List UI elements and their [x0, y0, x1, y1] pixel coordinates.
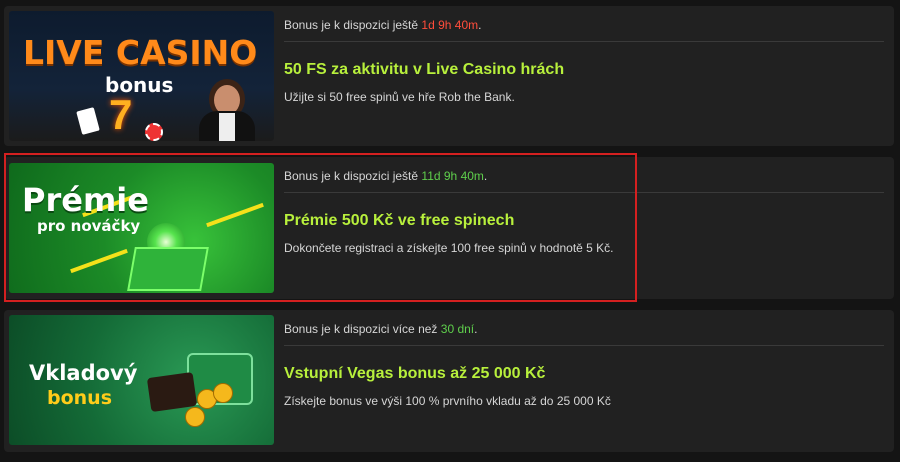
availability-suffix: . — [474, 322, 478, 336]
bonus-card-live-casino[interactable]: LIVE CASINO bonus 7 Bonus je k dispozici… — [4, 6, 894, 146]
bonus-description: Užijte si 50 free spinů ve hře Rob the B… — [284, 90, 515, 104]
casino-chip-icon — [145, 123, 163, 141]
banner-subtitle: pro nováčky — [37, 217, 141, 235]
bonus-card-vkladovy[interactable]: Vkladový bonus Bonus je k dispozici více… — [4, 310, 894, 452]
wallet-icon — [146, 371, 198, 413]
gift-box-icon — [127, 247, 209, 291]
availability-time: 30 dní — [440, 322, 475, 336]
banner-title: Prémie — [22, 181, 149, 219]
coin-icon — [213, 383, 233, 403]
playing-card-icon — [76, 107, 100, 135]
lucky-seven-icon: 7 — [109, 91, 133, 138]
bonus-info: Bonus je k dispozici ještě 1d 9h 40m. 50… — [284, 6, 884, 104]
bonus-info: Bonus je k dispozici více než 30 dní. Vs… — [284, 310, 884, 408]
availability-suffix: . — [478, 18, 482, 32]
availability-time: 1d 9h 40m — [421, 18, 479, 32]
live-casino-banner-image[interactable]: LIVE CASINO bonus 7 — [9, 11, 274, 141]
dealer-shirt — [219, 113, 235, 141]
premie-banner-image[interactable]: Prémie pro nováčky — [9, 163, 274, 293]
lightning-icon — [70, 248, 128, 274]
divider — [284, 345, 884, 346]
divider — [284, 192, 884, 193]
availability-prefix: Bonus je k dispozici více než — [284, 322, 438, 336]
bonus-info: Bonus je k dispozici ještě 11d 9h 40m. P… — [284, 157, 884, 255]
banner-title: Vkladový — [29, 361, 138, 385]
lightning-icon — [206, 202, 264, 228]
bonus-title[interactable]: Vstupní Vegas bonus až 25 000 Kč — [284, 364, 884, 384]
availability-text: Bonus je k dispozici ještě 1d 9h 40m. — [284, 18, 884, 32]
availability-text: Bonus je k dispozici více než 30 dní. — [284, 322, 884, 336]
divider — [284, 41, 884, 42]
bonus-title[interactable]: Prémie 500 Kč ve free spinech — [284, 211, 884, 231]
bonus-card-premie[interactable]: Prémie pro nováčky Bonus je k dispozici … — [4, 157, 894, 299]
availability-prefix: Bonus je k dispozici ještě — [284, 18, 419, 32]
bonus-description: Získejte bonus ve výši 100 % prvního vkl… — [284, 394, 611, 408]
coin-icon — [185, 407, 205, 427]
vkladovy-banner-image[interactable]: Vkladový bonus — [9, 315, 274, 445]
availability-suffix: . — [483, 169, 488, 183]
bonus-title[interactable]: 50 FS za aktivitu v Live Casino hrách — [284, 60, 884, 80]
banner-title: LIVE CASINO — [23, 33, 258, 72]
banner-subtitle: bonus — [47, 387, 113, 409]
availability-prefix: Bonus je k dispozici ještě — [284, 169, 419, 183]
availability-text: Bonus je k dispozici ještě 11d 9h 40m. — [284, 169, 884, 183]
bonus-description: Dokončete registraci a získejte 100 free… — [284, 241, 614, 255]
availability-time: 11d 9h 40m — [421, 169, 484, 183]
